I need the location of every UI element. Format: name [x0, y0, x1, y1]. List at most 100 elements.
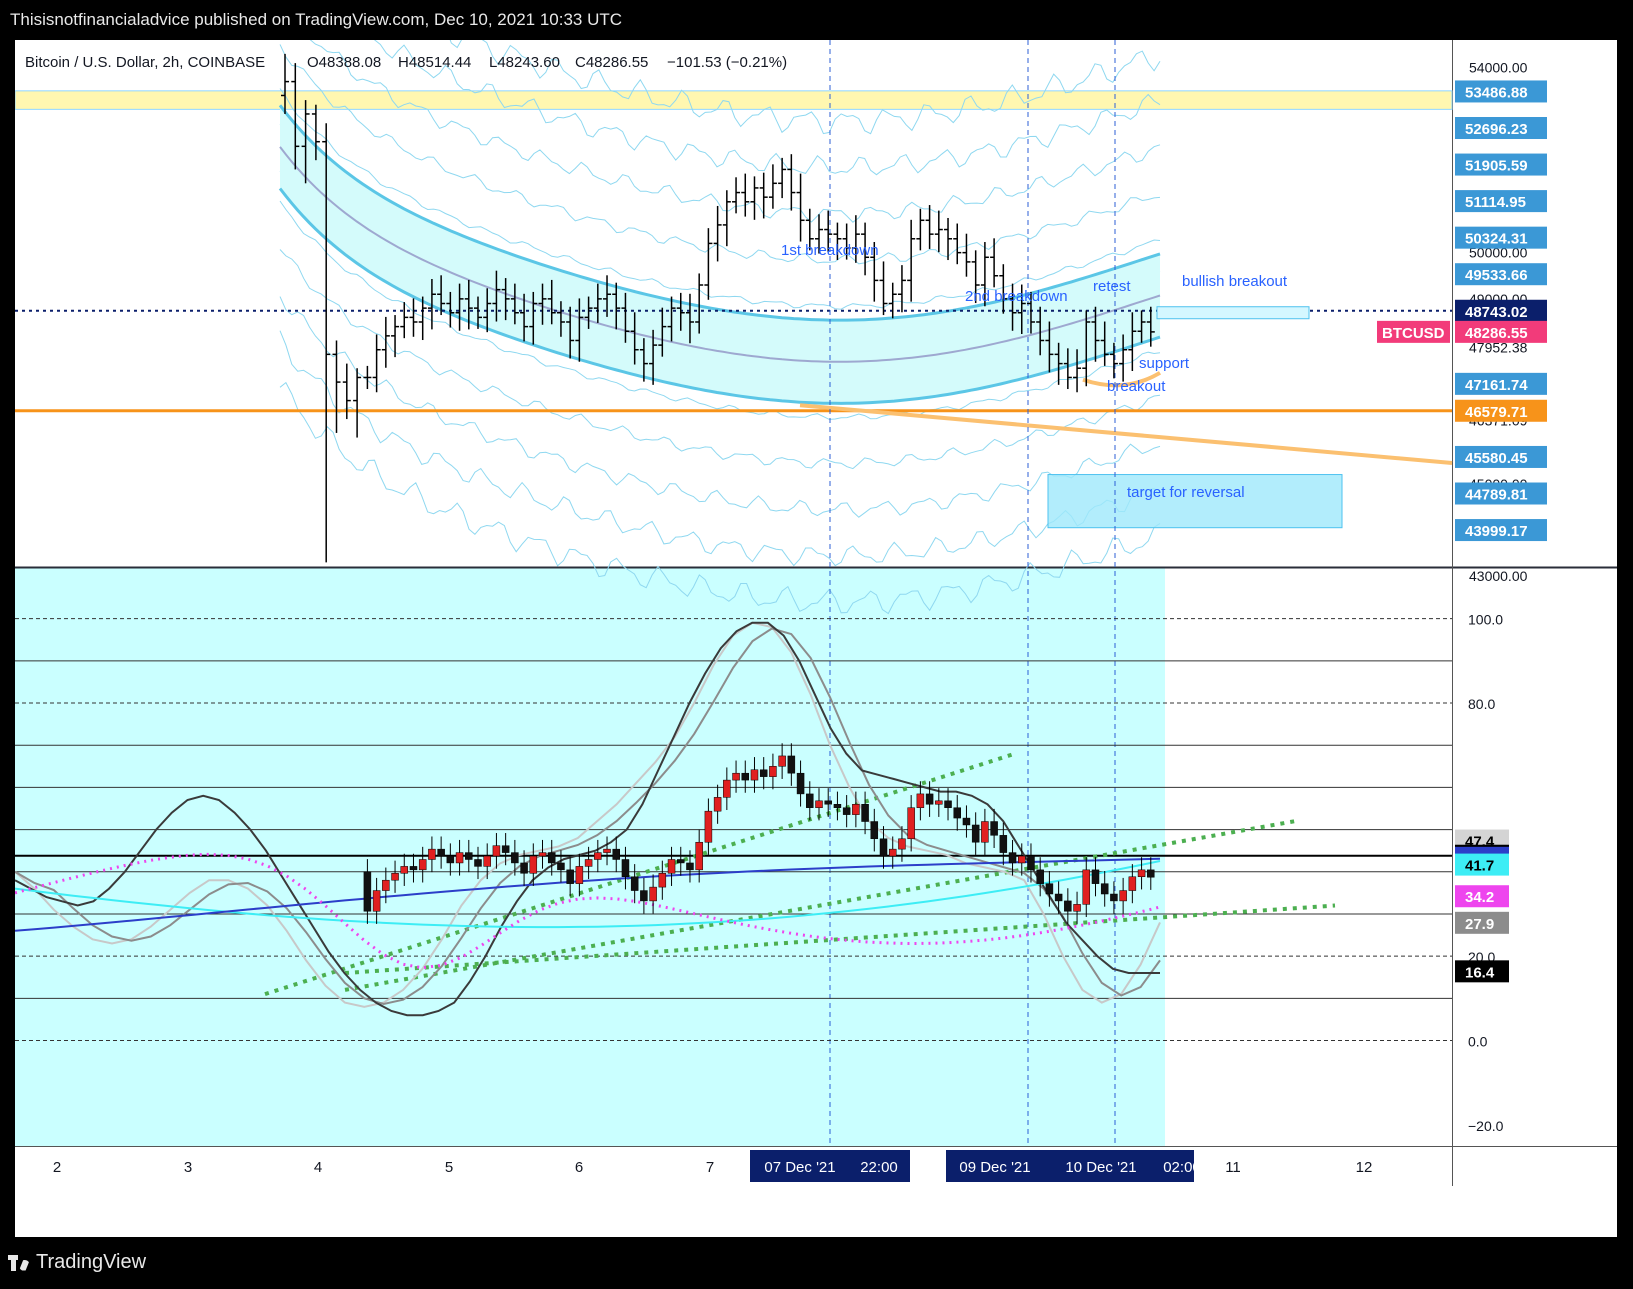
osc-candle-body [584, 859, 593, 867]
osc-candle-body [723, 779, 731, 798]
osc-candle-body [547, 852, 556, 864]
osc-candle-body [704, 810, 713, 843]
osc-candle-body [944, 800, 952, 808]
price-label-text: 48743.02 [1465, 304, 1528, 321]
osc-candle-body [1137, 869, 1146, 878]
osc-candle-body [778, 755, 786, 767]
osc-candle-body [1036, 869, 1044, 884]
osc-candle-body [741, 772, 750, 781]
osc-candle-body [916, 793, 925, 808]
time-axis-tick: 2 [53, 1159, 61, 1176]
osc-candle-body [621, 859, 630, 878]
tradingview-logo[interactable]: TradingView [8, 1251, 146, 1274]
osc-candle-body [1018, 855, 1026, 864]
ohlc-change: −101.53 (−0.21%) [667, 54, 787, 71]
osc-candle-body [852, 804, 860, 815]
osc-candle-body [1119, 890, 1127, 902]
time-axis-tick: 10 Dec '21 [1065, 1159, 1136, 1176]
annotation-support: support [1139, 355, 1190, 372]
osc-level-text: 34.2 [1465, 889, 1494, 906]
osc-candle-body [418, 859, 427, 871]
price-label-text: 43999.17 [1465, 523, 1528, 540]
time-axis-tick: 6 [575, 1159, 583, 1176]
osc-candle-body [575, 866, 584, 884]
price-label-text: 51905.59 [1465, 158, 1528, 175]
osc-candle-body [971, 824, 980, 843]
osc-candle-body [750, 769, 759, 781]
footer-brand: TradingView [36, 1251, 147, 1273]
ohlc-close: C48286.55 [575, 54, 648, 71]
osc-candle-body [925, 793, 934, 805]
osc-candle-body [437, 848, 445, 857]
price-label-text: 50324.31 [1465, 231, 1528, 248]
ohlc-low: L48243.60 [489, 54, 560, 71]
osc-candle-body [538, 852, 547, 857]
osc-candle-body [981, 821, 989, 843]
chart-canvas[interactable]: Bitcoin / U.S. Dollar, 2h, COINBASE O4838… [15, 40, 1617, 1237]
osc-candle-body [428, 848, 436, 860]
price-label-text: 46579.71 [1465, 404, 1528, 421]
osc-candle-body [870, 821, 879, 840]
osc-candle-body [833, 804, 842, 808]
chart-frame[interactable]: Bitcoin / U.S. Dollar, 2h, COINBASE O4838… [15, 40, 1617, 1237]
annotation-breakout: breakout [1107, 378, 1166, 395]
osc-candle-body [455, 852, 464, 864]
osc-candle-body [409, 866, 418, 871]
osc-candle-body [1064, 900, 1072, 912]
osc-candle-body [888, 848, 897, 857]
osc-candle-body [382, 879, 390, 891]
price-axis-tick: 43000.00 [1469, 568, 1528, 584]
osc-candle-body [1027, 855, 1035, 871]
osc-candle-body [999, 835, 1008, 853]
price-label-text: 49533.66 [1465, 267, 1528, 284]
price-label-text: 51114.95 [1465, 194, 1526, 211]
osc-axis-tick: 80.0 [1468, 696, 1495, 712]
osc-axis-tick: 0.0 [1468, 1034, 1488, 1050]
time-axis-tick: 5 [445, 1159, 453, 1176]
osc-candle-body [695, 841, 703, 871]
osc-candle-body [806, 793, 814, 808]
price-label-text: 53486.88 [1465, 84, 1528, 101]
osc-candle-body [557, 862, 565, 871]
osc-level-text: 16.4 [1465, 964, 1495, 981]
osc-candle-body [391, 873, 399, 881]
time-axis-tick: 11 [1225, 1159, 1241, 1176]
osc-candle-body [612, 848, 620, 860]
osc-candle-body [511, 852, 519, 864]
price-label-text: 48286.55 [1465, 325, 1528, 342]
osc-candle-body [842, 807, 851, 815]
price-label-text: 44789.81 [1465, 487, 1528, 504]
price-label-text: 52696.23 [1465, 121, 1528, 138]
publish-header: Thisisnotfinancialadvice published on Tr… [10, 10, 623, 29]
osc-candle-body [1147, 869, 1155, 878]
time-axis-tick: 4 [314, 1159, 322, 1176]
osc-candle-body [400, 866, 409, 874]
osc-candle-body [713, 797, 722, 812]
osc-candle-body [520, 862, 528, 874]
osc-candle-body [603, 848, 611, 853]
symbol-title: Bitcoin / U.S. Dollar, 2h, COINBASE [25, 54, 265, 71]
oscillator-highlight-bg [15, 568, 1165, 1146]
ohlc-high: H48514.44 [398, 54, 471, 71]
time-axis-tick: 12 [1356, 1159, 1373, 1176]
osc-candle-body [640, 890, 648, 902]
osc-candle-body [861, 804, 869, 822]
osc-candle-body [787, 755, 796, 774]
osc-candle-body [796, 772, 805, 795]
osc-axis-tick: 100.0 [1468, 612, 1503, 628]
osc-level-text: 41.7 [1465, 858, 1494, 875]
tradingview-logo-icon [8, 1254, 30, 1271]
annotation-bullish-breakout: bullish breakout [1182, 273, 1288, 290]
osc-candle-body [529, 855, 538, 874]
orange-trend-line [799, 403, 1453, 465]
time-axis-tick: 02:00 [1163, 1159, 1201, 1176]
osc-candle-body [759, 769, 768, 777]
osc-candle-body [372, 890, 381, 912]
osc-candle-body [1054, 893, 1063, 902]
osc-candle-body [962, 817, 971, 826]
osc-candle-body [465, 852, 473, 860]
time-axis-tick: 22:00 [860, 1159, 898, 1176]
price-label-text: 45580.45 [1465, 450, 1528, 467]
osc-candle-body [898, 838, 906, 850]
resistance-zone [15, 90, 1453, 110]
